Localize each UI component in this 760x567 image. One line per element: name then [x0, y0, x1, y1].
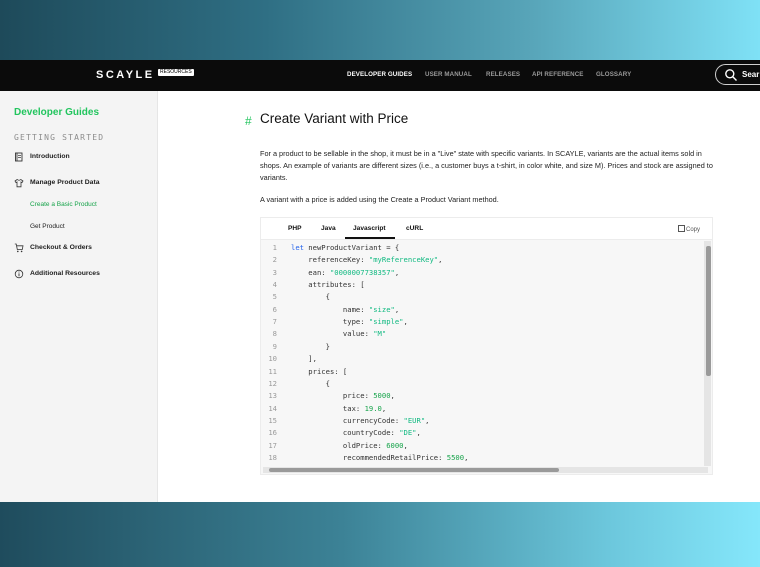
sidebar-item-label: Manage Product Data [30, 179, 100, 186]
code-line: { [291, 292, 330, 302]
method-paragraph: A variant with a price is added using th… [260, 195, 499, 204]
code-line: recommendedRetailPrice: 5500, [291, 452, 469, 462]
cart-icon [14, 243, 24, 253]
tab-php[interactable]: PHP [288, 225, 302, 232]
copy-label: Copy [685, 227, 700, 233]
code-line: type: "simple", [291, 317, 408, 327]
line-number: 1 [272, 243, 277, 252]
sidebar-subitem-create-basic-product[interactable]: Create a Basic Product [30, 201, 97, 208]
line-number: 3 [272, 267, 277, 277]
search-button[interactable]: Sear [715, 64, 760, 85]
intro-paragraph: For a product to be sellable in the shop… [260, 149, 713, 182]
tab-javascript[interactable]: Javascript [353, 225, 386, 232]
code-line: countryCode: "DE", [291, 428, 421, 438]
search-label: Sear [742, 70, 760, 79]
code-line: value: "M" [291, 329, 387, 339]
line-number: 15 [268, 415, 277, 425]
code-tabs: PHP Java Javascript cURL Copy [261, 218, 712, 240]
line-number: 16 [268, 428, 277, 438]
line-number: 7 [272, 317, 277, 327]
sidebar-item-label: Introduction [30, 153, 70, 160]
code-line: oldPrice: 6000, [291, 440, 408, 450]
line-number: 17 [268, 440, 277, 450]
horizontal-scrollbar-thumb[interactable] [269, 468, 559, 472]
copy-button[interactable]: Copy [677, 225, 700, 233]
code-line: price: 5000, [291, 391, 395, 401]
sidebar-title[interactable]: Developer Guides [14, 107, 99, 118]
code-line: ], [291, 354, 317, 364]
line-number: 14 [268, 403, 277, 413]
page-title: Create Variant with Price [260, 111, 409, 126]
line-number: 12 [268, 378, 277, 388]
line-number: 18 [268, 452, 277, 462]
code-line: ean: "0000007738357", [291, 267, 400, 277]
code-block: PHP Java Javascript cURL Copy 1 let newPr… [260, 217, 713, 475]
background-bottom [0, 502, 760, 567]
code-line: prices: [ [291, 366, 348, 376]
code-line: let newProductVariant = { [291, 243, 400, 252]
sidebar-section-heading: GETTING STARTED [14, 133, 105, 142]
line-number: 11 [268, 366, 277, 376]
nav-developer-guides[interactable]: DEVELOPER GUIDES [347, 71, 412, 78]
nav-api-reference[interactable]: API REFERENCE [532, 71, 584, 78]
vertical-scrollbar-thumb[interactable] [706, 246, 711, 376]
nav-releases[interactable]: RELEASES [486, 71, 520, 78]
line-number: 13 [268, 391, 277, 401]
book-icon [15, 152, 23, 162]
browser-window: SCAYLE RESOURCES DEVELOPER GUIDES USER M… [0, 60, 760, 502]
sidebar-item-label: Checkout & Orders [30, 244, 92, 251]
line-number: 6 [272, 304, 277, 314]
code-lines[interactable]: 1 let newProductVariant = { 2 referenceKey… [261, 243, 709, 465]
line-number: 2 [272, 255, 277, 265]
line-number: 4 [272, 280, 277, 290]
nav-user-manual[interactable]: USER MANUAL [425, 71, 472, 78]
copy-icon [677, 225, 685, 232]
tab-java[interactable]: Java [321, 225, 336, 232]
sidebar-item-label: Additional Resources [30, 270, 100, 277]
shirt-icon [14, 178, 24, 188]
search-icon [725, 69, 737, 81]
code-line: { [291, 378, 330, 388]
logo-badge: RESOURCES [158, 69, 194, 76]
code-line: attributes: [ [291, 280, 365, 290]
info-icon [14, 269, 24, 279]
background-top [0, 0, 760, 60]
line-number: 5 [272, 292, 277, 302]
code-line: } [291, 341, 330, 351]
code-line: referenceKey: "myReferenceKey", [291, 255, 443, 265]
sidebar: Developer Guides GETTING STARTED Introdu… [0, 91, 158, 502]
active-tab-indicator [345, 237, 395, 239]
code-line: currencyCode: "EUR", [291, 415, 430, 425]
tab-curl[interactable]: cURL [406, 225, 423, 232]
code-line: name: "size", [291, 304, 400, 314]
code-line: tax: 19.0, [291, 403, 387, 413]
scayle-logo[interactable]: SCAYLE [96, 69, 155, 81]
heading-anchor[interactable]: # [245, 114, 252, 128]
top-navigation-bar: SCAYLE RESOURCES DEVELOPER GUIDES USER M… [0, 60, 760, 91]
sidebar-subitem-get-product[interactable]: Get Product [30, 223, 65, 230]
line-number: 8 [272, 329, 277, 339]
nav-glossary[interactable]: GLOSSARY [596, 71, 631, 78]
line-number: 9 [272, 341, 277, 351]
line-number: 10 [268, 354, 277, 364]
